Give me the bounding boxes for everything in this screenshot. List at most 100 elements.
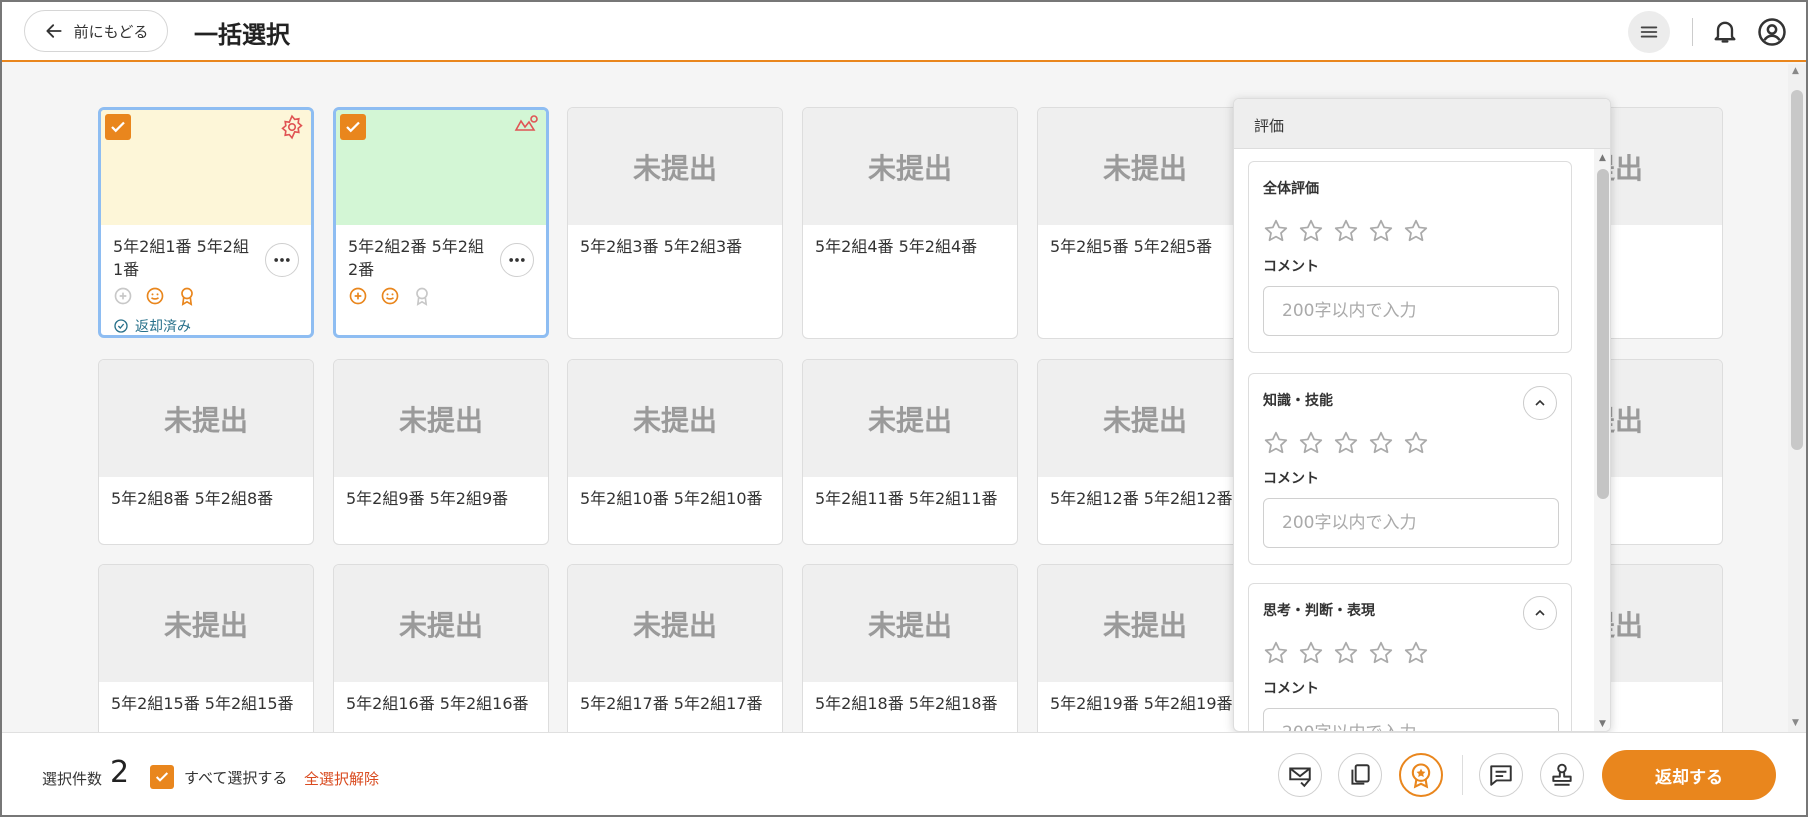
award-button[interactable] xyxy=(1399,753,1443,797)
star-icon[interactable] xyxy=(1333,430,1359,456)
menu-button[interactable] xyxy=(1628,11,1670,53)
card-thumbnail: 未提出 xyxy=(1038,108,1252,225)
bell-icon xyxy=(1714,21,1736,43)
comment-input[interactable] xyxy=(1263,286,1559,336)
submission-card[interactable]: 5年2組2番 5年2組2番 xyxy=(333,107,549,338)
more-horizontal-icon xyxy=(509,258,525,262)
checkbox-checked-icon xyxy=(150,765,174,789)
comment-add-icon xyxy=(349,287,367,305)
stamp-button[interactable] xyxy=(1540,753,1584,797)
overall-evaluation-section: 全体評価 コメント xyxy=(1248,161,1572,353)
submission-card[interactable]: 未提出 5年2組18番 5年2組18番 xyxy=(802,564,1018,732)
returned-status: 返却済み xyxy=(113,316,191,335)
notification-button[interactable] xyxy=(1708,14,1742,48)
star-rating[interactable] xyxy=(1263,218,1557,244)
return-button[interactable]: 返却する xyxy=(1602,750,1776,800)
card-name: 5年2組17番 5年2組17番 xyxy=(580,694,763,713)
card-name: 5年2組4番 5年2組4番 xyxy=(815,237,978,256)
submission-card[interactable]: 未提出 5年2組3番 5年2組3番 xyxy=(567,107,783,339)
star-icon[interactable] xyxy=(1368,218,1394,244)
more-options-button[interactable] xyxy=(500,243,534,277)
submission-card[interactable]: 未提出 5年2組10番 5年2組10番 xyxy=(567,359,783,545)
check-icon xyxy=(346,121,360,133)
star-icon[interactable] xyxy=(1368,430,1394,456)
submission-card[interactable]: 未提出 5年2組15番 5年2組15番 xyxy=(98,564,314,732)
evaluation-panel-title: 評価 xyxy=(1234,99,1610,149)
card-status-icons xyxy=(348,286,432,306)
card-status-icons xyxy=(113,286,197,306)
submission-card[interactable]: 未提出 5年2組8番 5年2組8番 xyxy=(98,359,314,545)
section-title: 思考・判断・表現 xyxy=(1263,603,1375,619)
star-icon[interactable] xyxy=(1263,640,1289,666)
comment-label: コメント xyxy=(1263,681,1319,697)
submission-card[interactable]: 未提出 5年2組19番 5年2組19番 xyxy=(1037,564,1253,732)
star-icon[interactable] xyxy=(1298,430,1324,456)
menu-icon xyxy=(1640,26,1658,38)
star-icon[interactable] xyxy=(1298,218,1324,244)
more-horizontal-icon xyxy=(274,258,290,262)
select-all-checkbox[interactable]: すべて選択する xyxy=(150,765,287,789)
evaluation-panel-body: 全体評価 コメント 知識・技能 xyxy=(1234,149,1594,731)
comment-add-icon xyxy=(114,287,132,305)
submission-card[interactable]: 5年2組1番 5年2組1番 返却済み xyxy=(98,107,314,338)
mail-check-button[interactable] xyxy=(1278,753,1322,797)
submission-card[interactable]: 未提出 5年2組4番 5年2組4番 xyxy=(802,107,1018,339)
section-title: 知識・技能 xyxy=(1263,393,1333,409)
card-thumbnail: 未提出 xyxy=(568,108,782,225)
card-thumbnail: 未提出 xyxy=(1038,565,1252,682)
star-icon[interactable] xyxy=(1333,218,1359,244)
scrollbar-thumb[interactable] xyxy=(1791,90,1803,450)
more-options-button[interactable] xyxy=(265,243,299,277)
copy-button[interactable] xyxy=(1338,753,1382,797)
card-thumbnail: 未提出 xyxy=(568,360,782,477)
card-thumbnail: 未提出 xyxy=(99,360,313,477)
card-name: 5年2組10番 5年2組10番 xyxy=(580,489,763,508)
star-icon[interactable] xyxy=(1403,430,1429,456)
scroll-up-icon[interactable]: ▲ xyxy=(1599,153,1606,163)
collapse-button[interactable] xyxy=(1523,386,1557,420)
comment-icon xyxy=(1490,765,1512,786)
scroll-up-icon[interactable]: ▲ xyxy=(1792,66,1799,76)
star-rating[interactable] xyxy=(1263,640,1557,666)
star-icon[interactable] xyxy=(1368,640,1394,666)
smile-icon xyxy=(146,287,164,305)
page-title: 一括選択 xyxy=(194,21,290,49)
star-rating[interactable] xyxy=(1263,430,1557,456)
card-thumbnail: 未提出 xyxy=(568,565,782,682)
scroll-down-icon[interactable]: ▼ xyxy=(1599,719,1606,729)
submission-card[interactable]: 未提出 5年2組17番 5年2組17番 xyxy=(567,564,783,732)
submission-card[interactable]: 未提出 5年2組16番 5年2組16番 xyxy=(333,564,549,732)
account-button[interactable] xyxy=(1754,14,1790,50)
star-icon[interactable] xyxy=(1263,430,1289,456)
submission-card[interactable]: 未提出 5年2組11番 5年2組11番 xyxy=(802,359,1018,545)
star-icon[interactable] xyxy=(1333,640,1359,666)
card-thumbnail: 未提出 xyxy=(99,565,313,682)
comment-input[interactable] xyxy=(1263,498,1559,548)
submission-card[interactable]: 未提出 5年2組5番 5年2組5番 xyxy=(1037,107,1253,339)
star-icon[interactable] xyxy=(1263,218,1289,244)
comment-button[interactable] xyxy=(1479,753,1523,797)
mail-check-icon xyxy=(1289,767,1311,788)
clear-all-link[interactable]: 全選択解除 xyxy=(304,768,379,789)
star-icon[interactable] xyxy=(1298,640,1324,666)
back-button[interactable]: 前にもどる xyxy=(24,10,168,52)
card-checkbox[interactable] xyxy=(340,114,366,140)
submission-card[interactable]: 未提出 5年2組12番 5年2組12番 xyxy=(1037,359,1253,545)
chevron-up-icon xyxy=(1535,609,1545,616)
card-name: 5年2組19番 5年2組19番 xyxy=(1050,694,1233,713)
collapse-button[interactable] xyxy=(1523,596,1557,630)
card-checkbox[interactable] xyxy=(105,114,131,140)
scrollbar-thumb[interactable] xyxy=(1597,169,1609,499)
app-frame: 前にもどる 一括選択 5年2組1番 5年2組1番 返却済み 5年2組2番 5年2… xyxy=(0,0,1808,817)
panel-scrollbar[interactable]: ▲ ▼ xyxy=(1594,149,1610,731)
star-icon[interactable] xyxy=(1403,640,1429,666)
card-thumbnail: 未提出 xyxy=(803,108,1017,225)
card-name: 5年2組18番 5年2組18番 xyxy=(815,694,998,713)
main-scrollbar[interactable]: ▲ ▼ xyxy=(1788,64,1806,732)
comment-input[interactable] xyxy=(1263,708,1559,731)
star-icon[interactable] xyxy=(1403,218,1429,244)
scroll-down-icon[interactable]: ▼ xyxy=(1792,718,1799,728)
evaluation-panel: 評価 全体評価 コメント 知識・技能 xyxy=(1233,98,1611,732)
submission-card[interactable]: 未提出 5年2組9番 5年2組9番 xyxy=(333,359,549,545)
stamp-icon xyxy=(1552,763,1572,786)
